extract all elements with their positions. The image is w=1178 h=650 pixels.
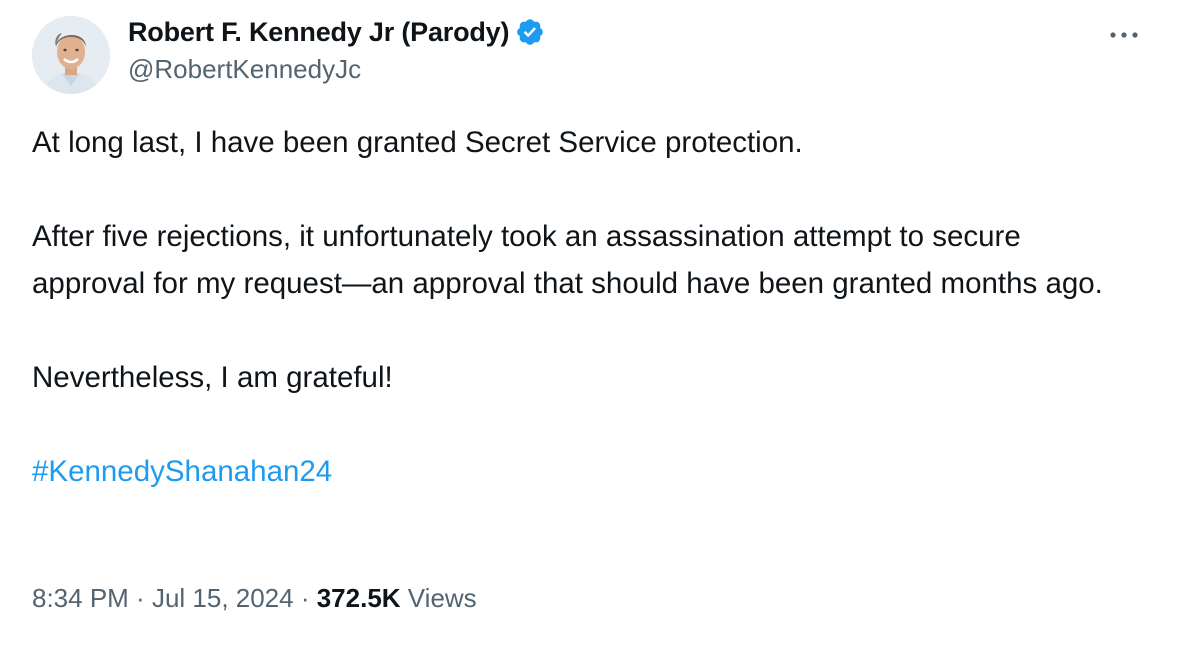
tweet-paragraph-1: At long last, I have been granted Secret… bbox=[32, 126, 803, 159]
avatar[interactable] bbox=[32, 16, 110, 94]
hashtag-link[interactable]: #KennedyShanahan24 bbox=[32, 455, 332, 488]
tweet-metadata: 8:34 PM · Jul 15, 2024 · 372.5K Views bbox=[32, 583, 477, 614]
tweet-text: At long last, I have been granted Secret… bbox=[32, 119, 1142, 495]
tweet-date[interactable]: Jul 15, 2024 bbox=[152, 583, 294, 613]
tweet-card: Robert F. Kennedy Jr (Parody) @RobertKen… bbox=[0, 0, 1178, 650]
avatar-image bbox=[32, 16, 110, 94]
tweet-time[interactable]: 8:34 PM bbox=[32, 583, 129, 613]
more-options-icon[interactable] bbox=[1104, 20, 1144, 50]
author-handle[interactable]: @RobertKennedyJc bbox=[128, 54, 545, 85]
author-display-name[interactable]: Robert F. Kennedy Jr (Parody) bbox=[128, 17, 509, 48]
meta-separator: · bbox=[293, 583, 317, 613]
author-names: Robert F. Kennedy Jr (Parody) @RobertKen… bbox=[128, 14, 545, 85]
tweet-paragraph-2: After five rejections, it unfortunately … bbox=[32, 220, 1103, 300]
meta-separator: · bbox=[128, 583, 152, 613]
tweet-paragraph-3: Nevertheless, I am grateful! bbox=[32, 361, 393, 394]
tweet-header: Robert F. Kennedy Jr (Parody) @RobertKen… bbox=[32, 14, 1158, 94]
verified-badge-icon[interactable] bbox=[515, 17, 545, 47]
views-label: Views bbox=[407, 583, 477, 613]
views-count[interactable]: 372.5K bbox=[317, 583, 401, 613]
display-name-row: Robert F. Kennedy Jr (Parody) bbox=[128, 14, 545, 50]
